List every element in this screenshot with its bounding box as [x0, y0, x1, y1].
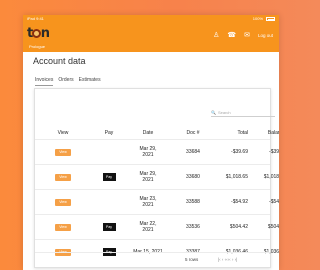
- tablet-screen: iPad 9:41 100% t n Prologue ♙ ☎ ✉ Log ou…: [23, 15, 279, 270]
- date-line-2: 2021: [142, 227, 154, 233]
- balance-cell: $504.42: [267, 224, 279, 230]
- date-cell: Mar 23, 2021: [130, 190, 166, 214]
- user-icon[interactable]: ♙: [213, 32, 219, 39]
- doc-cell: 33536: [186, 224, 200, 230]
- search-input[interactable]: 🔍 Search: [211, 109, 275, 117]
- tab-estimates[interactable]: Estimates: [79, 77, 101, 86]
- table-header: View Pay Date Doc # Total Balance: [35, 127, 279, 139]
- doc-cell: 33684: [186, 149, 200, 155]
- battery-icon: [266, 17, 275, 21]
- invoices-card: 🔍 Search View Pay Date Doc # Total Balan…: [34, 88, 279, 268]
- date-line-2: 2021: [142, 202, 154, 208]
- header-balance[interactable]: Balance: [250, 127, 279, 139]
- tab-invoices[interactable]: Invoices: [35, 77, 54, 86]
- table-row: View Mar 29,2021 33684 -$39.69 -$39.69: [35, 139, 279, 164]
- table-row: View Pay Mar 22,2021 33536 $504.42 $504.…: [35, 214, 279, 239]
- pagination-controls[interactable]: |‹ ‹ ‹‹‹‹ › ›|: [218, 257, 237, 262]
- date-cell: Mar 29, 2021: [130, 165, 166, 189]
- view-button[interactable]: View: [55, 148, 71, 156]
- search-icon: 🔍: [211, 110, 216, 115]
- header-date[interactable]: Date: [130, 127, 166, 139]
- table-row: View Mar 23,2021 33588 -$54.92 -$54.92: [35, 189, 279, 214]
- total-cell: $504.42: [229, 224, 248, 230]
- status-right: 100%: [253, 15, 275, 23]
- total-cell: -$39.69: [231, 149, 248, 155]
- pay-button[interactable]: Pay: [102, 223, 116, 231]
- invoice-table: View Pay Date Doc # Total Balance View M…: [35, 127, 279, 264]
- app-header: t n Prologue ♙ ☎ ✉ Log out: [23, 23, 279, 52]
- header-doc[interactable]: Doc #: [175, 127, 211, 139]
- phone-icon[interactable]: ☎: [227, 32, 236, 39]
- mail-icon[interactable]: ✉: [244, 32, 250, 39]
- view-button[interactable]: View: [55, 173, 71, 181]
- balance-cell: -$39.69: [269, 149, 279, 155]
- status-bar: iPad 9:41 100%: [23, 15, 279, 23]
- logout-button[interactable]: Log out: [258, 32, 273, 39]
- balance-cell: -$54.92: [269, 199, 279, 205]
- date-line-1: Mar 29,: [139, 145, 157, 152]
- search-placeholder: Search: [217, 110, 231, 115]
- tab-orders[interactable]: Orders: [58, 77, 73, 86]
- date-line-2: 2021: [142, 152, 154, 158]
- date-line-1: Mar 29,: [139, 170, 157, 177]
- header-view[interactable]: View: [44, 127, 82, 139]
- date-cell: Mar 22, 2021: [130, 215, 166, 239]
- logo-letter-tail: n: [40, 26, 50, 41]
- rows-per-page-select[interactable]: 5 rows: [185, 257, 198, 262]
- total-cell: -$54.92: [231, 199, 248, 205]
- brand-logo[interactable]: t n: [27, 26, 55, 41]
- status-left: iPad 9:41: [27, 16, 44, 21]
- header-pay[interactable]: Pay: [91, 127, 127, 139]
- table-footer: 5 rows |‹ ‹ ‹‹‹‹ › ›|: [35, 252, 270, 267]
- tab-bar: Invoices Orders Estimates: [35, 77, 101, 86]
- date-line-1: Mar 22,: [139, 220, 157, 227]
- date-line-2: 2021: [142, 177, 154, 183]
- battery-label: 100%: [252, 16, 263, 21]
- view-button[interactable]: View: [55, 223, 71, 231]
- view-button[interactable]: View: [55, 198, 71, 206]
- header-subtitle: Prologue: [29, 44, 46, 49]
- date-cell: Mar 29, 2021: [130, 140, 166, 164]
- header-actions: ♙ ☎ ✉ Log out: [213, 32, 273, 39]
- total-cell: $1,018.65: [225, 174, 248, 180]
- date-line-1: Mar 23,: [139, 195, 157, 202]
- doc-cell: 33588: [186, 199, 200, 205]
- page-title: Account data: [33, 56, 86, 66]
- balance-cell: $1,018.65: [263, 174, 279, 180]
- pay-button[interactable]: Pay: [102, 173, 116, 181]
- table-row: View Pay Mar 29, 2021 33680 $1,018.65 $1,…: [35, 164, 279, 189]
- doc-cell: 33680: [186, 174, 200, 180]
- header-total[interactable]: Total: [212, 127, 248, 139]
